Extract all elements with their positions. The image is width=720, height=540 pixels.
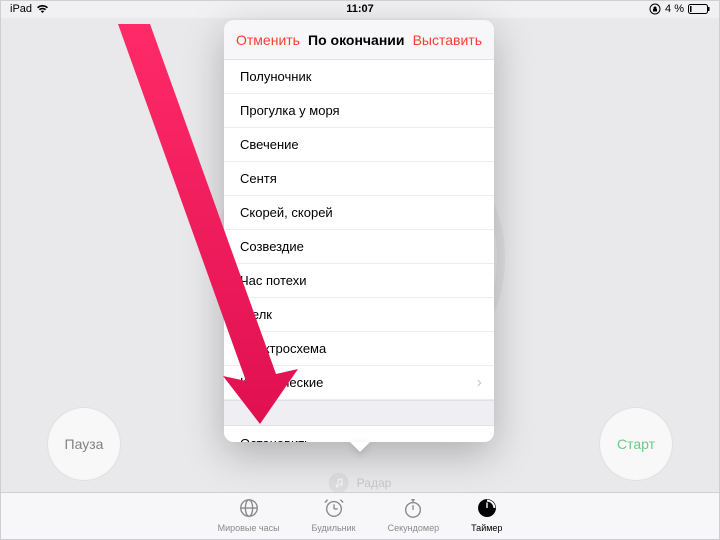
tab-bar: Мировые часы Будильник Секундомер Таймер <box>0 492 720 540</box>
start-button[interactable]: Старт <box>600 408 672 480</box>
status-bar-left: iPad <box>10 3 49 15</box>
sound-name: Радар <box>357 476 392 490</box>
tab-world-clock[interactable]: Мировые часы <box>218 497 280 540</box>
sound-item-label: Скорей, скорей <box>240 205 333 220</box>
status-time: 11:07 <box>346 3 374 15</box>
tab-label: Таймер <box>471 523 502 533</box>
status-bar-right: 4 % <box>649 3 710 15</box>
cancel-button[interactable]: Отменить <box>236 32 300 48</box>
sound-item-label: Сентя <box>240 171 277 186</box>
sound-item-label: Час потехи <box>240 273 307 288</box>
start-label: Старт <box>617 436 655 452</box>
sound-picker-modal: Отменить По окончании Выставить Полуночн… <box>224 20 494 442</box>
tab-label: Будильник <box>312 523 356 533</box>
sound-list[interactable]: Полуночник Прогулка у моря Свечение Сент… <box>224 60 494 442</box>
when-ends-row[interactable]: Радар <box>329 473 392 493</box>
stop-label: Остановить <box>240 436 311 443</box>
battery-icon <box>688 4 710 14</box>
stop-playback-item[interactable]: Остановить <box>224 426 494 442</box>
sound-item[interactable]: Полуночник <box>224 60 494 94</box>
list-separator <box>224 400 494 426</box>
sound-item-label: Полуночник <box>240 69 311 84</box>
sound-item[interactable]: Прогулка у моря <box>224 94 494 128</box>
sound-item[interactable]: Час потехи <box>224 264 494 298</box>
modal-title: По окончании <box>308 32 404 48</box>
sound-item[interactable]: Скорей, скорей <box>224 196 494 230</box>
chevron-right-icon: › <box>477 374 482 392</box>
sound-item-label: Классические <box>240 375 323 390</box>
device-label: iPad <box>10 3 32 15</box>
sound-item[interactable]: Свечение <box>224 128 494 162</box>
wifi-icon <box>36 4 49 14</box>
sound-item-label: Прогулка у моря <box>240 103 340 118</box>
sound-item-label: Шелк <box>240 307 272 322</box>
done-button[interactable]: Выставить <box>413 32 482 48</box>
status-bar: iPad 11:07 4 % <box>0 0 720 18</box>
globe-icon <box>238 497 260 521</box>
sound-item[interactable]: Созвездие <box>224 230 494 264</box>
pause-label: Пауза <box>65 436 104 452</box>
battery-percent: 4 % <box>665 3 684 15</box>
stopwatch-icon <box>402 497 424 521</box>
tab-label: Мировые часы <box>218 523 280 533</box>
sound-item-label: Созвездие <box>240 239 304 254</box>
tab-label: Секундомер <box>388 523 439 533</box>
alarm-icon <box>323 497 345 521</box>
sound-item[interactable]: Электросхема <box>224 332 494 366</box>
popover-arrow <box>350 442 370 452</box>
modal-header: Отменить По окончании Выставить <box>224 20 494 60</box>
pause-button[interactable]: Пауза <box>48 408 120 480</box>
timer-icon <box>476 497 498 521</box>
sound-item-classic[interactable]: Классические › <box>224 366 494 400</box>
sound-item[interactable]: Сентя <box>224 162 494 196</box>
tab-alarm[interactable]: Будильник <box>312 497 356 540</box>
sound-item-label: Электросхема <box>240 341 326 356</box>
sound-item[interactable]: Шелк <box>224 298 494 332</box>
music-note-icon <box>329 473 349 493</box>
orientation-lock-icon <box>649 3 661 15</box>
tab-stopwatch[interactable]: Секундомер <box>388 497 439 540</box>
sound-item-label: Свечение <box>240 137 299 152</box>
tab-timer[interactable]: Таймер <box>471 497 502 540</box>
